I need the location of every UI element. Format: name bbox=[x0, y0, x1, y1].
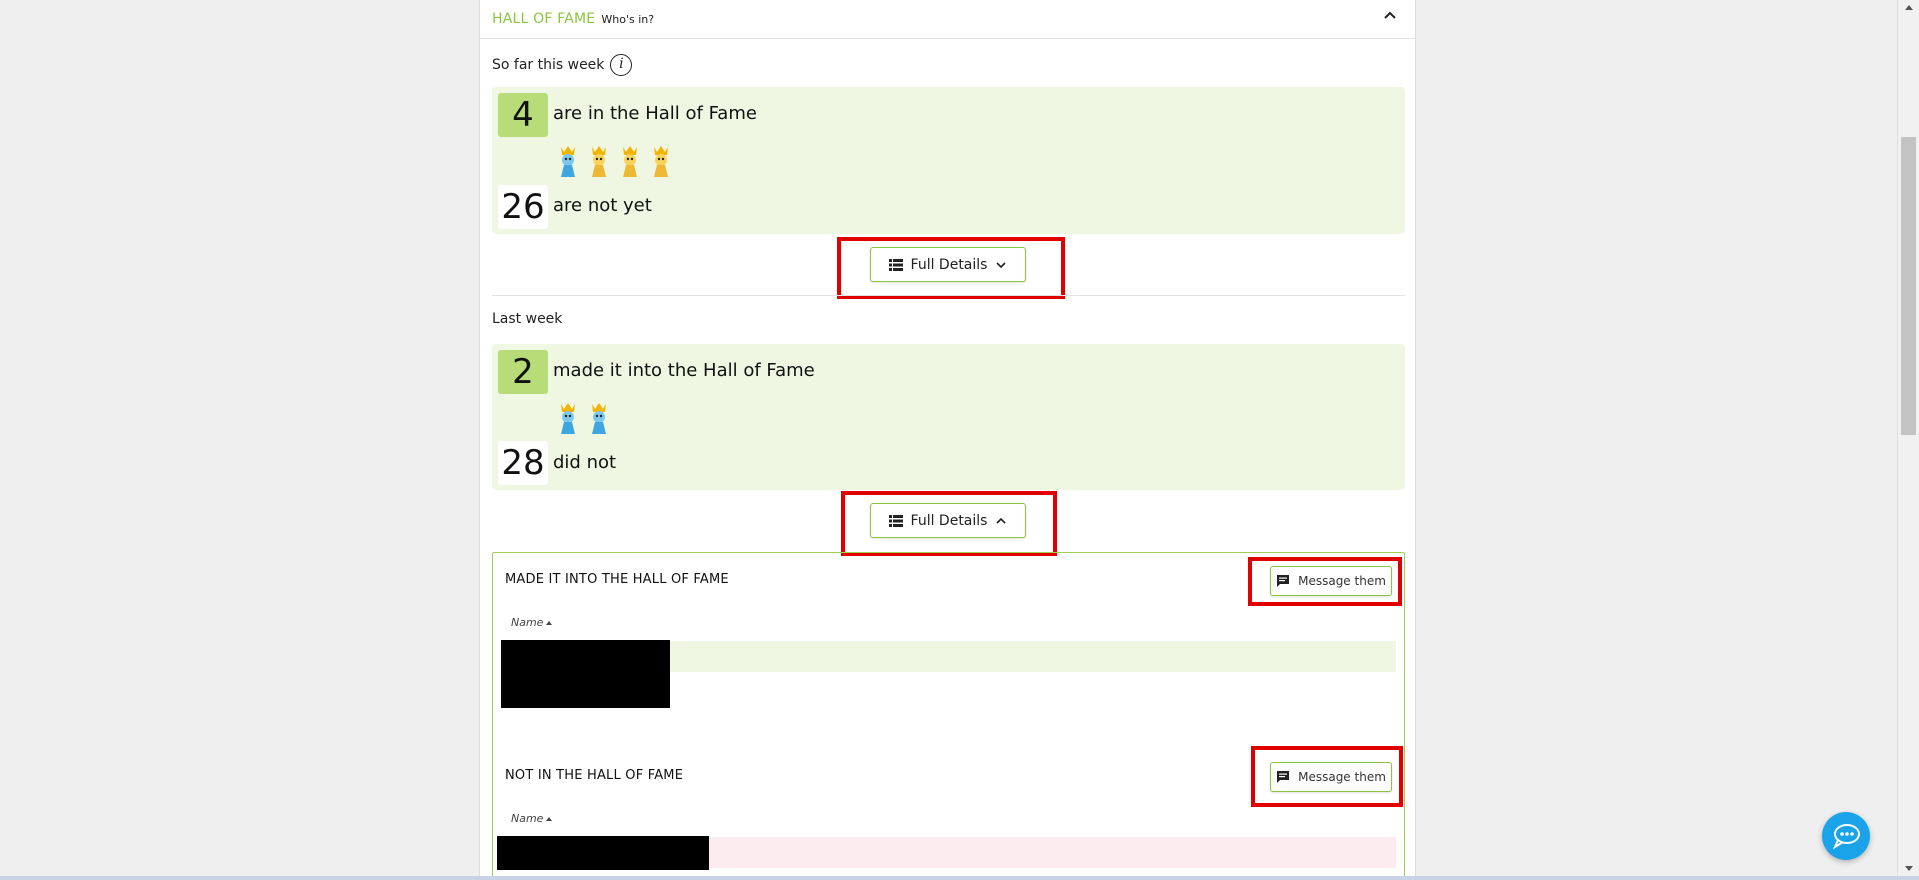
name-column-header[interactable]: Name bbox=[511, 616, 553, 629]
highlight-frame bbox=[1248, 557, 1402, 606]
this-week-label: So far this week i bbox=[492, 54, 633, 76]
blue-pawn-crown-icon bbox=[561, 146, 575, 177]
sort-ascending-icon bbox=[546, 621, 553, 625]
blue-pawn-crown-icon bbox=[592, 403, 606, 434]
section-divider bbox=[492, 295, 1405, 296]
full-details-label: Full Details bbox=[910, 256, 988, 273]
gold-pawn-crown-icon bbox=[623, 146, 637, 177]
info-icon[interactable]: i bbox=[610, 54, 633, 76]
redacted-name bbox=[497, 836, 709, 870]
name-column-header[interactable]: Name bbox=[511, 812, 553, 825]
name-column-label: Name bbox=[511, 616, 544, 629]
last-week-pawns bbox=[555, 400, 612, 436]
chat-support-button[interactable] bbox=[1822, 812, 1870, 860]
this-week-summary: 4 are in the Hall of Fame 26 are not yet bbox=[492, 87, 1405, 234]
last-week-not-text: did not bbox=[553, 452, 617, 473]
full-details-label: Full Details bbox=[910, 512, 988, 529]
name-column-label: Name bbox=[511, 812, 544, 825]
list-icon bbox=[888, 258, 903, 271]
this-week-not-text: are not yet bbox=[553, 195, 652, 216]
this-week-not-count: 26 bbox=[498, 185, 548, 229]
this-week-full-details-button[interactable]: Full Details bbox=[870, 247, 1026, 282]
last-week-in-text: made it into the Hall of Fame bbox=[553, 360, 815, 381]
panel-header[interactable]: HALL OF FAME Who's in? bbox=[480, 0, 1415, 39]
highlight-frame bbox=[1251, 746, 1403, 807]
last-week-summary: 2 made it into the Hall of Fame 28 did n… bbox=[492, 344, 1405, 490]
this-week-label-text: So far this week bbox=[492, 57, 605, 73]
list-icon bbox=[888, 514, 903, 527]
last-week-label: Last week bbox=[492, 311, 563, 327]
sort-ascending-icon bbox=[546, 817, 553, 821]
chevron-down-icon bbox=[996, 261, 1007, 268]
last-week-full-details-button[interactable]: Full Details bbox=[870, 503, 1026, 538]
window-bottom-border bbox=[0, 876, 1919, 880]
blue-pawn-crown-icon bbox=[561, 403, 575, 434]
last-week-not-count: 28 bbox=[498, 441, 548, 485]
hall-of-fame-title: HALL OF FAME bbox=[492, 11, 596, 27]
redacted-name bbox=[501, 640, 670, 708]
gold-pawn-crown-icon bbox=[654, 146, 668, 177]
this-week-in-text: are in the Hall of Fame bbox=[553, 103, 757, 124]
scroll-thumb[interactable] bbox=[1901, 137, 1916, 435]
hall-of-fame-subtitle: Who's in? bbox=[601, 12, 655, 26]
scroll-down-arrow-icon[interactable] bbox=[1905, 866, 1913, 871]
chevron-up-icon[interactable] bbox=[1383, 8, 1397, 22]
gold-pawn-crown-icon bbox=[592, 146, 606, 177]
this-week-pawns bbox=[555, 143, 674, 179]
scroll-up-arrow-icon[interactable] bbox=[1905, 5, 1913, 10]
page-scrollbar[interactable] bbox=[1897, 0, 1919, 876]
this-week-in-count: 4 bbox=[498, 93, 548, 137]
last-week-in-count: 2 bbox=[498, 350, 548, 394]
hall-of-fame-panel: HALL OF FAME Who's in? So far this week i… bbox=[479, 0, 1416, 876]
not-in-title: NOT IN THE HALL OF FAME bbox=[505, 768, 684, 783]
made-it-title: MADE IT INTO THE HALL OF FAME bbox=[505, 572, 729, 587]
chevron-up-icon bbox=[996, 517, 1007, 524]
chat-icon bbox=[1832, 824, 1860, 850]
